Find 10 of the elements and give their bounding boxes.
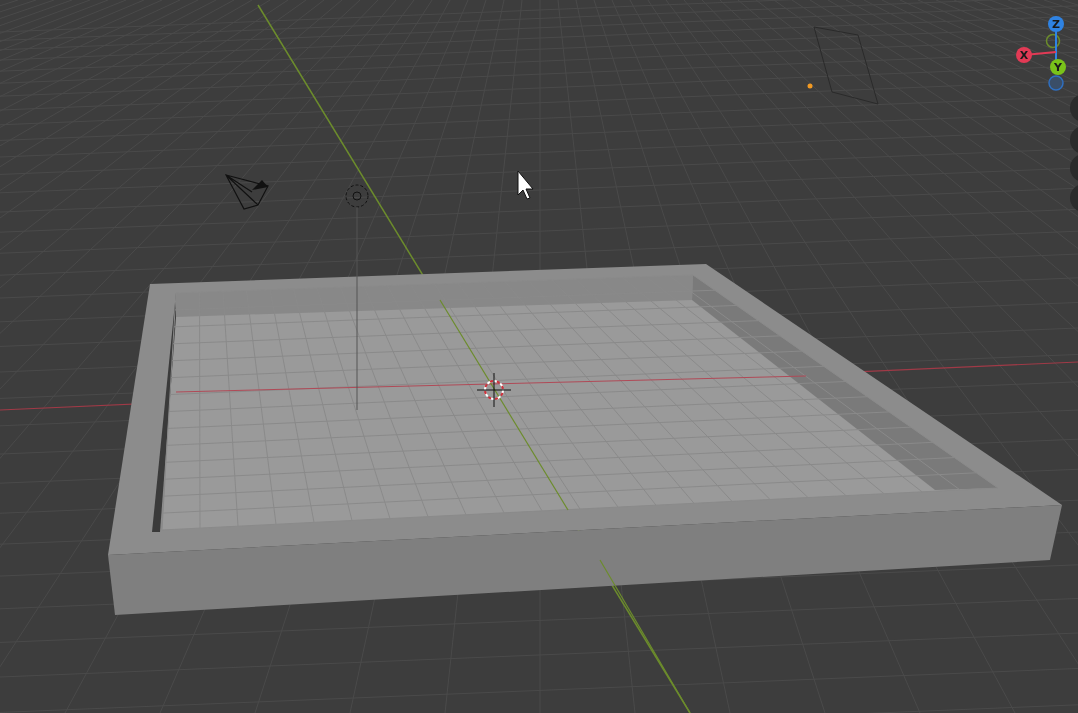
camera-icon[interactable]: [225, 174, 269, 210]
axis-handle[interactable]: Z: [1048, 16, 1064, 32]
axis-handle[interactable]: Y: [1050, 59, 1066, 75]
navigation-gizmo-drawing[interactable]: Z X Y: [1016, 16, 1066, 91]
viewport-3d[interactable]: Z X Y: [0, 0, 1078, 713]
3d-cursor-icon[interactable]: [476, 372, 512, 408]
axis-handle[interactable]: X: [1016, 47, 1032, 63]
light-icon[interactable]: [345, 184, 369, 208]
tray-mesh-drawing[interactable]: [108, 206, 1062, 713]
mouse-pointer-icon: [517, 170, 534, 200]
